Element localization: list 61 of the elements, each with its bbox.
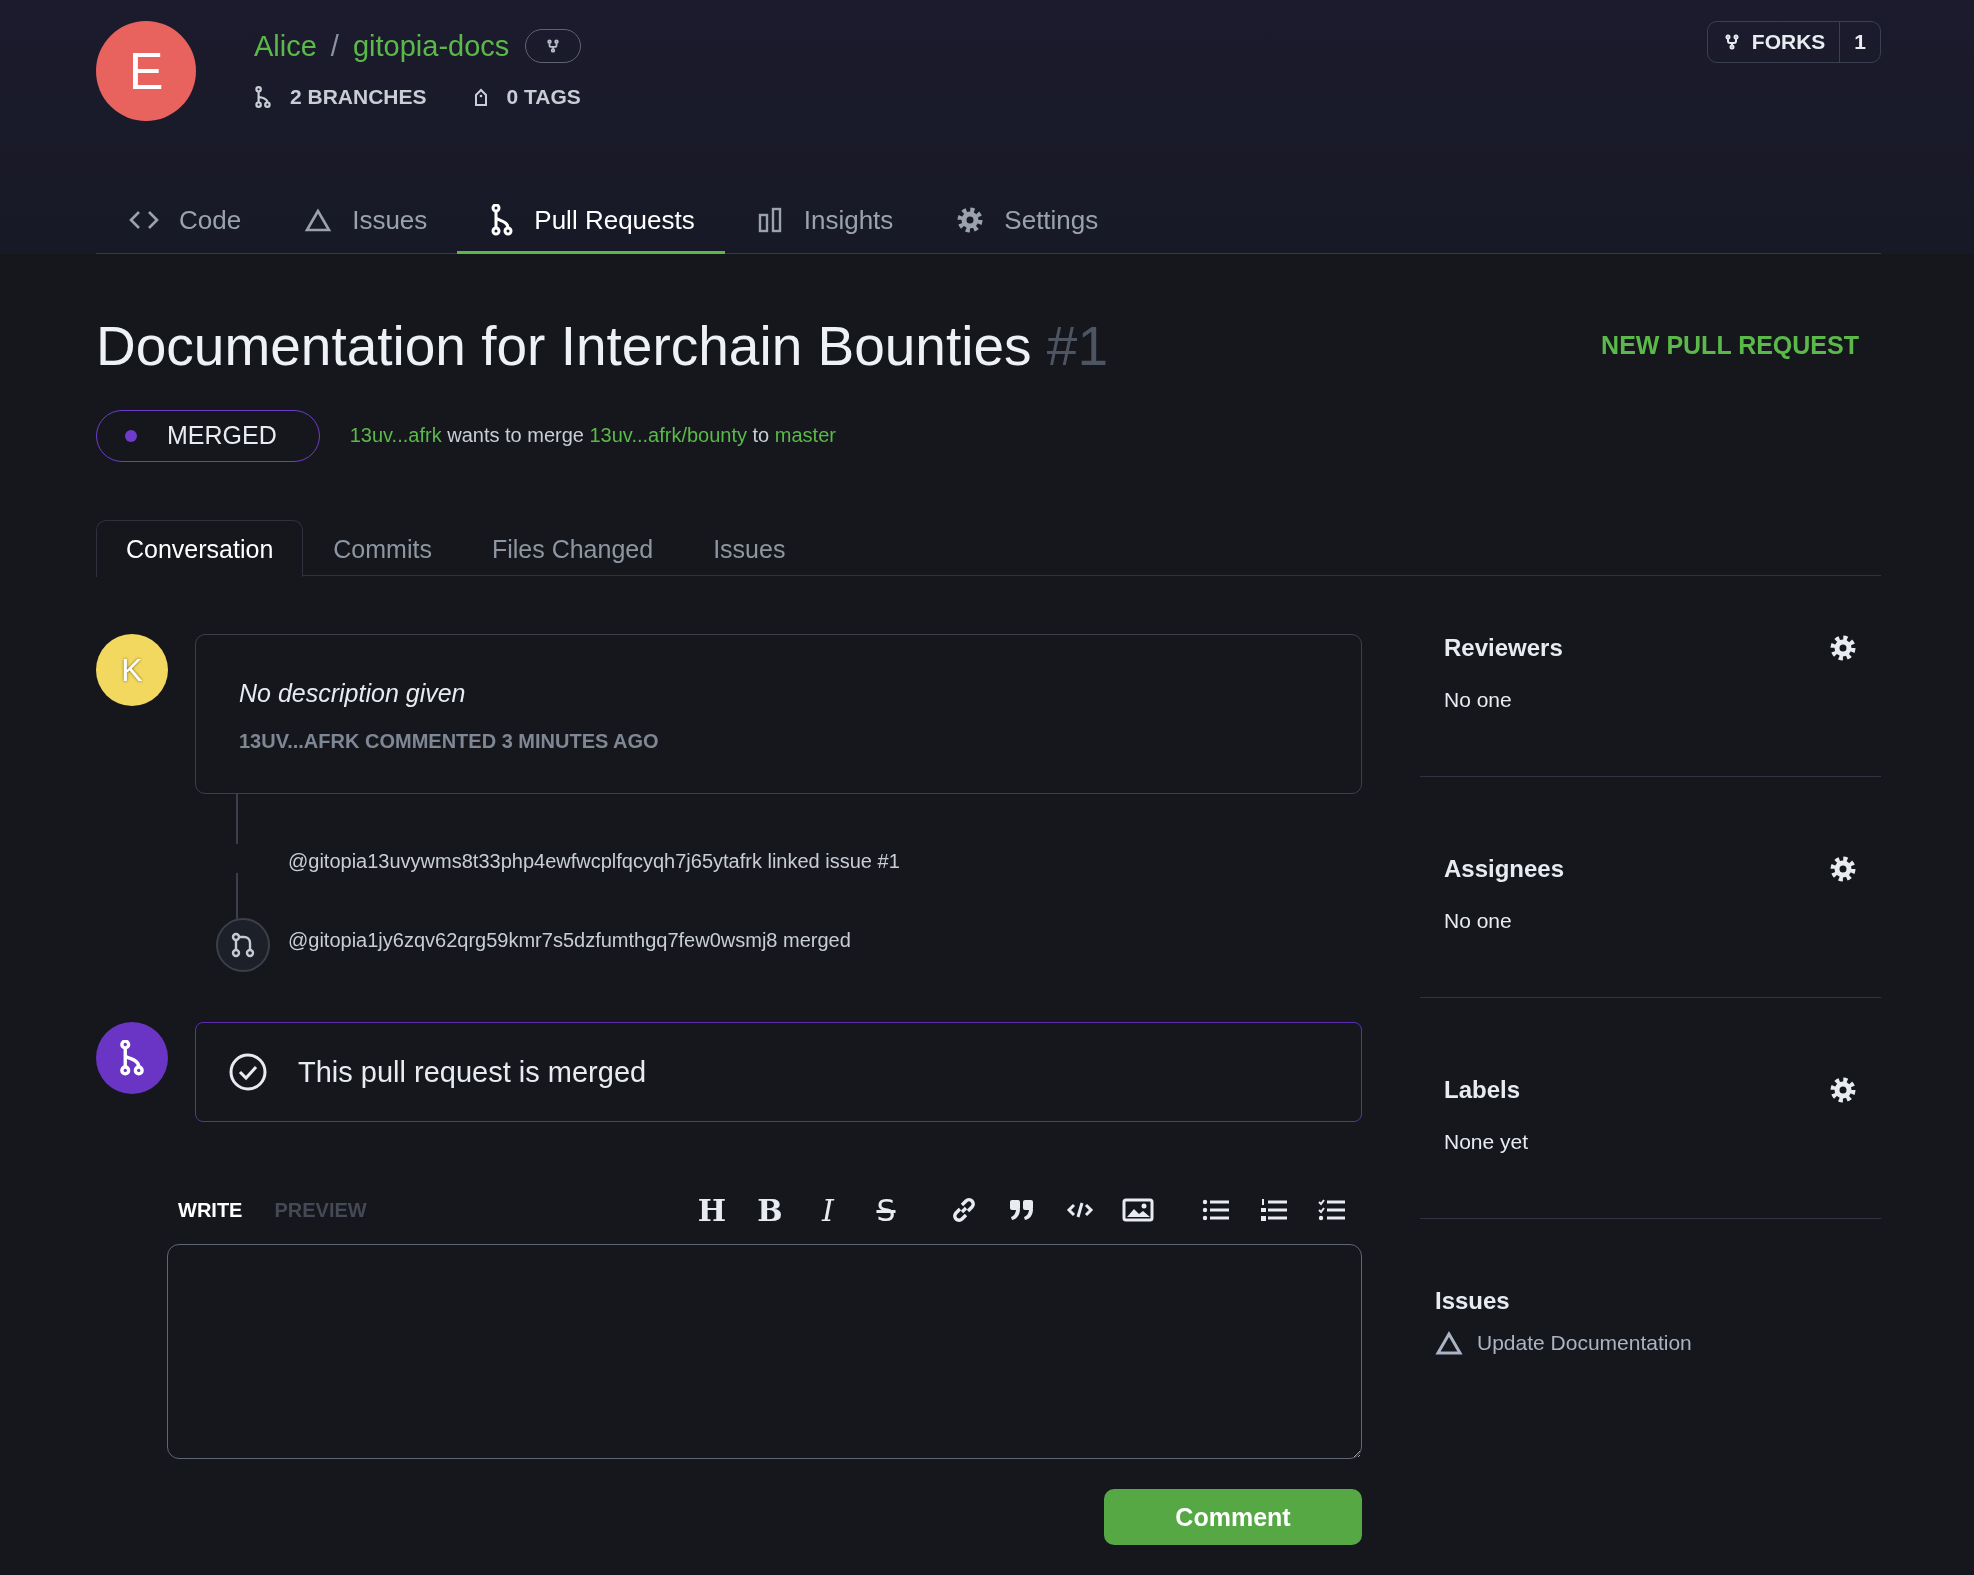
- branch-icon: [254, 86, 272, 108]
- code-icon: [129, 209, 159, 231]
- branches-count[interactable]: 2 BRANCHES: [290, 85, 427, 109]
- merge-link[interactable]: 13uv...afrk/bounty: [589, 424, 747, 446]
- merged-message: This pull request is merged: [298, 1055, 647, 1089]
- nav-tab[interactable]: Code: [96, 189, 272, 254]
- status-label: MERGED: [167, 421, 277, 450]
- comment-body: No description given: [239, 679, 467, 708]
- forks-count: 1: [1853, 29, 1867, 55]
- sidebar-value: No one: [1444, 688, 1513, 712]
- tag-icon: [472, 87, 489, 107]
- forks-button[interactable]: FORKS 1: [1706, 21, 1881, 63]
- comment-meta: 13UV...AFRK COMMENTED 3 MINUTES AGO: [239, 730, 660, 753]
- triangle-icon: [304, 208, 333, 232]
- merge-description: 13uv...afrk wants to merge 13uv...afrk/bounty to master: [349, 424, 836, 447]
- settings-icon[interactable]: [1829, 1076, 1857, 1104]
- sub-tab[interactable]: Commits: [303, 519, 462, 577]
- sidebar-value: No one: [1444, 909, 1513, 933]
- timeline-event: @gitopia13uvywms8t33php4ewfwcplfqcyqh7j65ytafrk linked issue #1: [288, 849, 900, 873]
- nav-tab[interactable]: Pull Requests: [457, 189, 725, 254]
- sub-tab[interactable]: Files Changed: [461, 519, 684, 577]
- forks-label: FORKS: [1751, 30, 1826, 54]
- check-circle-icon: [228, 1052, 268, 1092]
- status-dot: [125, 429, 137, 442]
- path-separator: /: [330, 29, 339, 63]
- tags-count[interactable]: 0 TAGS: [506, 85, 581, 109]
- bar-chart-icon: [757, 207, 784, 233]
- fork-icon: [546, 39, 561, 53]
- nav-tab[interactable]: Issues: [271, 189, 458, 254]
- sidebar-heading: Issues: [1435, 1287, 1511, 1315]
- bold-button[interactable]: B: [750, 1190, 790, 1230]
- pull-request-icon: [490, 204, 515, 236]
- sidebar-heading: Labels: [1444, 1076, 1521, 1104]
- pull-request-icon: [117, 1040, 147, 1076]
- owner-link[interactable]: Alice: [254, 29, 317, 63]
- settings-icon[interactable]: [1829, 855, 1857, 883]
- heading-button[interactable]: H: [692, 1190, 732, 1230]
- fork-icon: [1723, 34, 1740, 50]
- pull-request-title: Documentation for Interchain Bounties #1: [96, 313, 1108, 378]
- sub-tab[interactable]: Conversation: [96, 519, 304, 577]
- triangle-icon: [1435, 1331, 1463, 1355]
- commenter-avatar: K: [96, 634, 168, 706]
- nav-tab[interactable]: Settings: [923, 189, 1129, 254]
- nav-tab[interactable]: Insights: [724, 189, 924, 254]
- italic-button[interactable]: I: [808, 1190, 848, 1230]
- merge-link[interactable]: 13uv...afrk: [349, 424, 442, 446]
- comment-input[interactable]: [167, 1244, 1362, 1459]
- linked-issue[interactable]: Update Documentation: [1477, 1331, 1692, 1355]
- sidebar-value: None yet: [1444, 1130, 1530, 1154]
- timeline-event: @gitopia1jy6zqv62qrg59kmr7s5dzfumthgq7few0wsmj8 merged: [288, 928, 851, 952]
- editor-tab[interactable]: WRITE: [178, 1198, 243, 1222]
- sub-tab[interactable]: Issues: [683, 519, 816, 577]
- new-pull-request-link[interactable]: NEW PULL REQUEST: [1601, 331, 1859, 360]
- repo-avatar: E: [96, 21, 196, 121]
- repo-name-link[interactable]: gitopia-docs: [352, 29, 510, 63]
- sidebar-heading: Reviewers: [1444, 634, 1563, 662]
- merge-link[interactable]: master: [774, 424, 836, 446]
- settings-icon: [956, 206, 985, 234]
- strikethrough-button[interactable]: S: [866, 1190, 906, 1230]
- settings-icon[interactable]: [1829, 634, 1857, 662]
- sidebar-heading: Assignees: [1444, 855, 1565, 883]
